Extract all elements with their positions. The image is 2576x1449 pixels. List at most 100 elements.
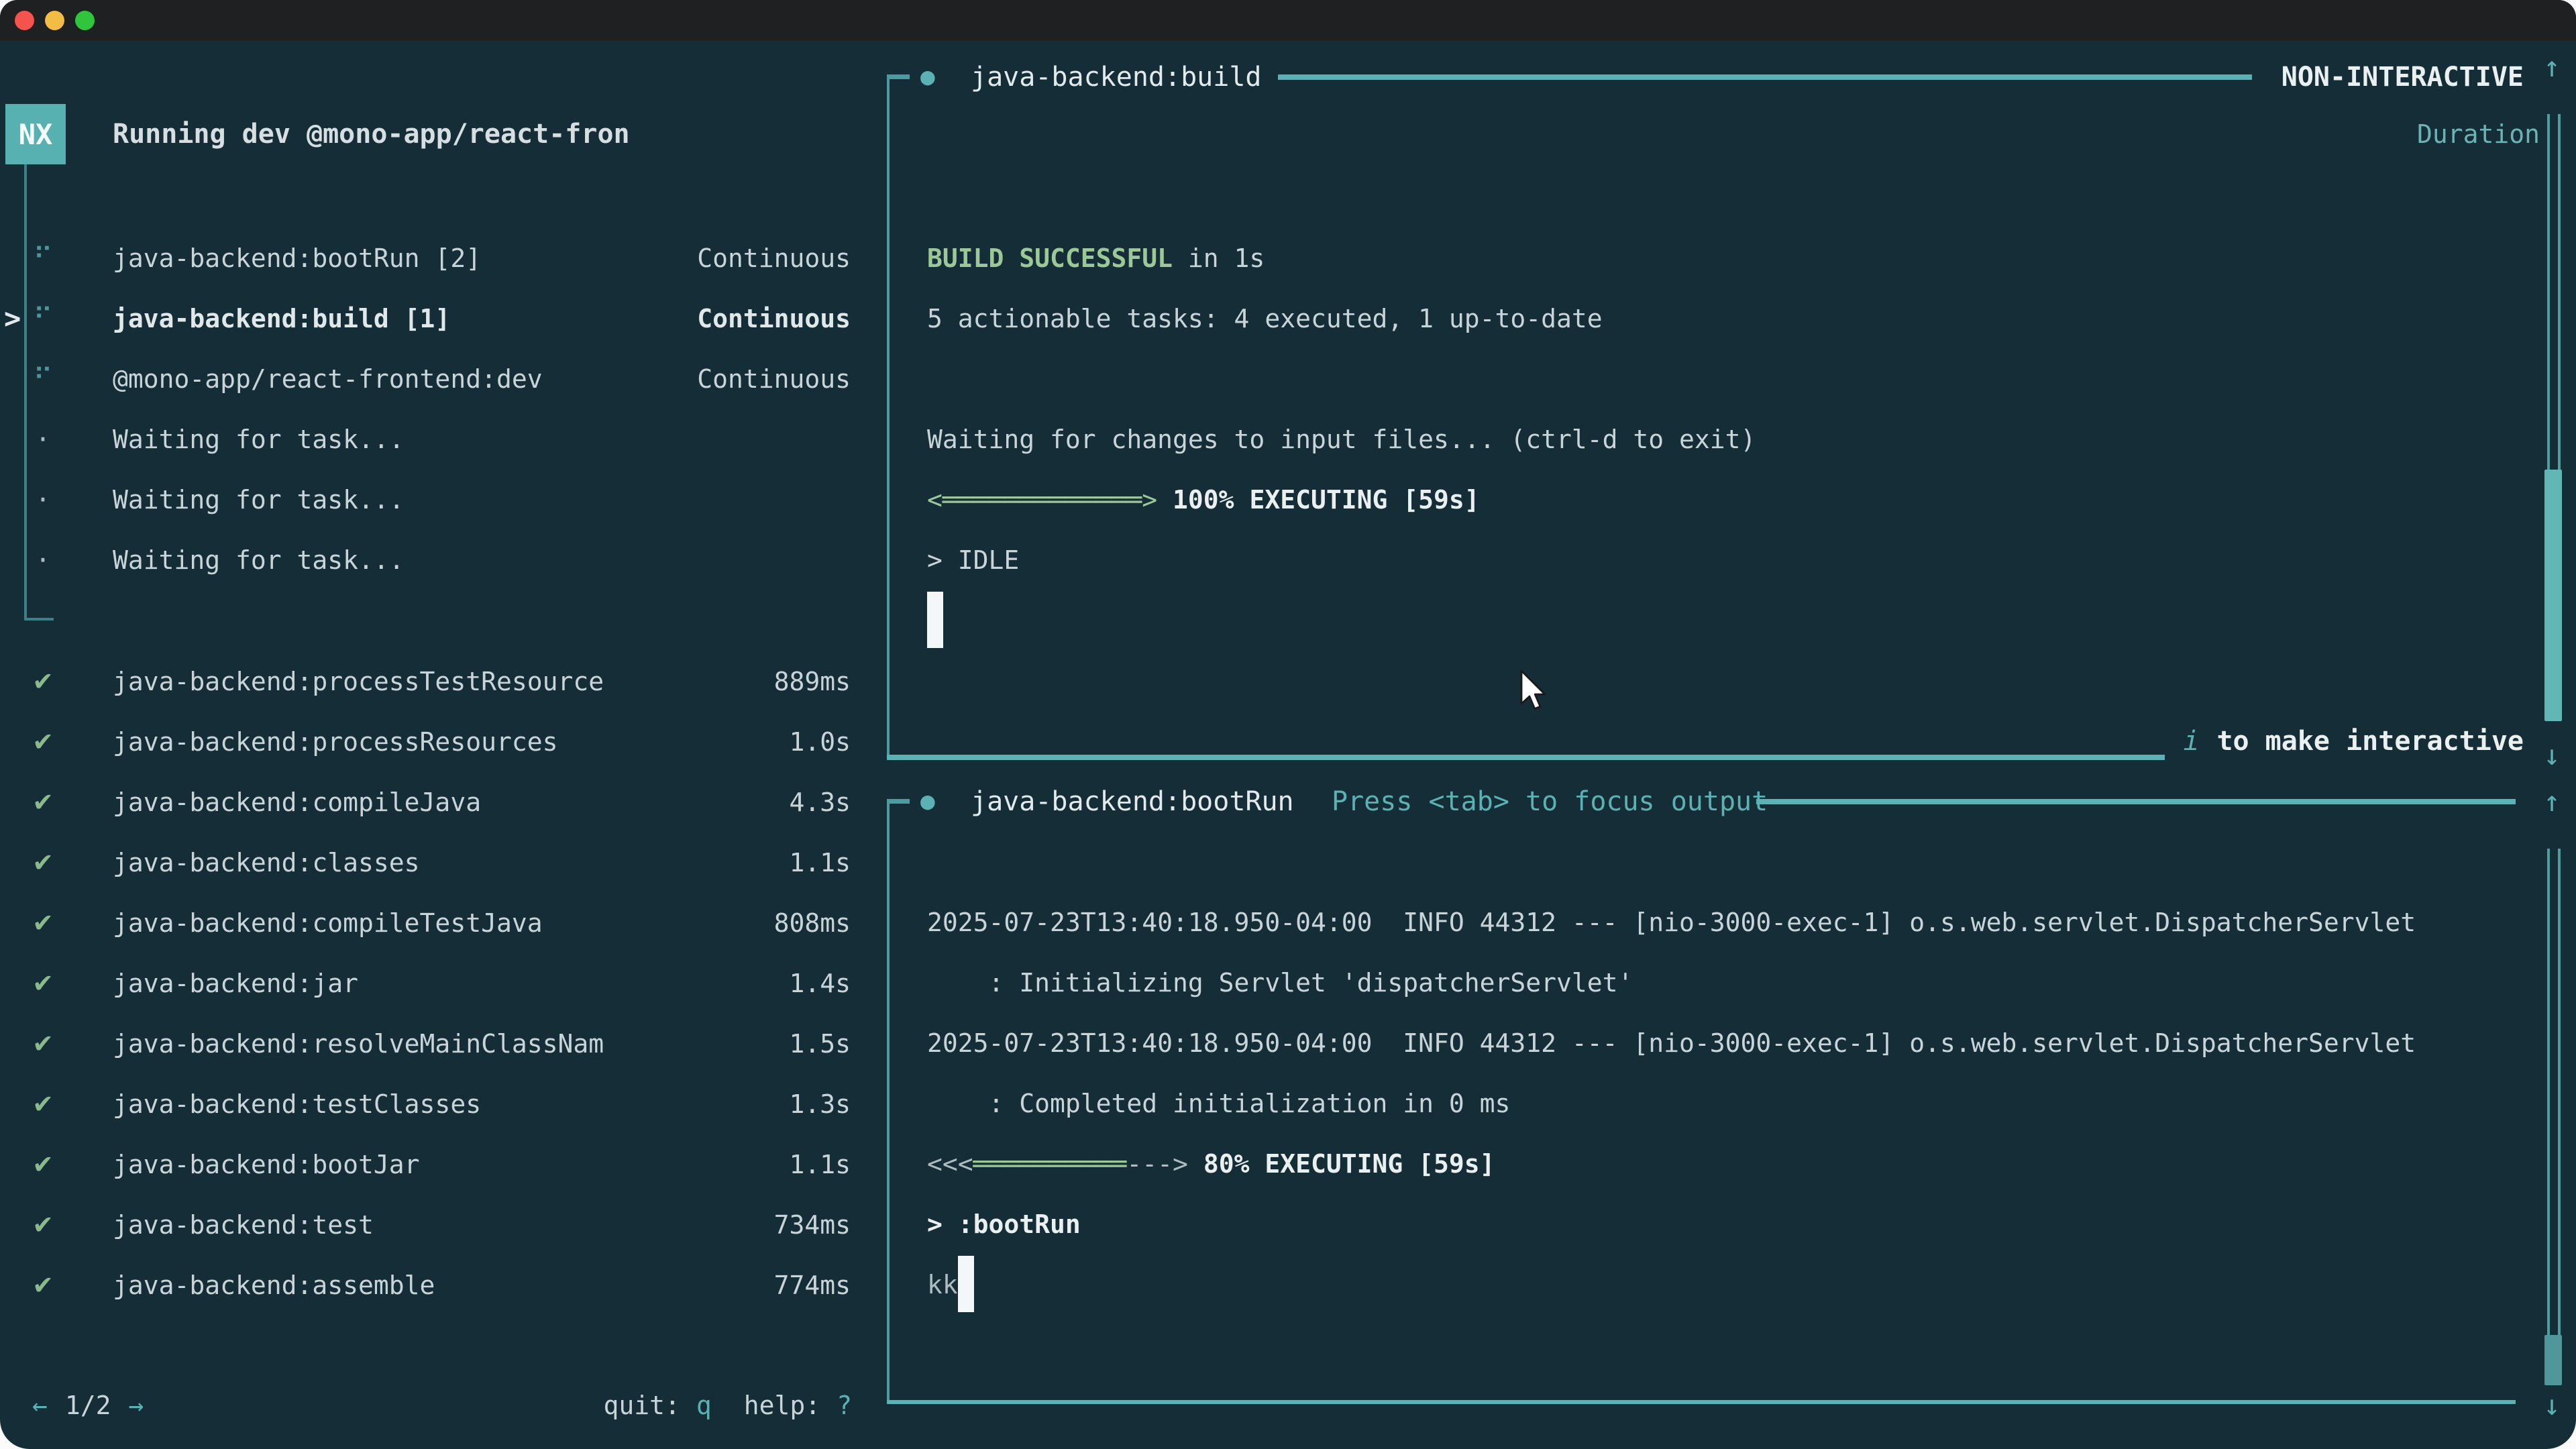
task-row[interactable]: ✔java-backend:compileJava4.3s [0,772,887,833]
page-next-icon[interactable]: → [129,1375,144,1436]
task-row[interactable]: ⠋@mono-app/react-frontend:devContinuous [0,349,887,409]
pagination: ← 1/2 → [32,1375,144,1436]
build-scrollbar-thumb[interactable] [2544,470,2562,721]
task-duration: 774ms [774,1255,851,1316]
build-pane-border-stub [887,74,910,79]
terminal-text: : Completed initialization in 0 ms [927,1089,1510,1118]
terminal-text: <═════════════> [927,485,1157,515]
task-duration: 808ms [774,893,851,953]
task-label: java-backend:compileTestJava [113,893,543,953]
task-row[interactable]: >⠋java-backend:build [1]Continuous [0,288,887,349]
task-label: java-backend:jar [113,953,358,1014]
task-label: java-backend:testClasses [113,1074,481,1134]
terminal-cursor [927,592,943,648]
task-label: java-backend:resolveMainClassNam [113,1014,604,1074]
terminal-line: kk [927,1254,974,1315]
check-icon: ✔ [28,953,58,1014]
focus-output-hint: Press <tab> to focus output [1332,771,1768,832]
bootrun-pane-border-stub [887,799,910,804]
terminal-line: 2025-07-23T13:40:18.950-04:00 INFO 44312… [927,1013,2416,1073]
terminal-text: 2025-07-23T13:40:18.950-04:00 INFO 44312… [927,1028,2416,1058]
bootrun-pane-left-border [887,799,890,1403]
terminal-line: <═════════════> 100% EXECUTING [59s] [927,470,1480,530]
task-row[interactable]: ✔ java-backend:compileTestJava 808ms [0,893,887,953]
task-row[interactable]: ✔java-backend:resolveMainClassNam1.5s [0,1014,887,1074]
task-row[interactable]: ✔ java-backend:processTestResource 889ms [0,651,887,712]
task-row[interactable]: ✔ java-backend:testClasses 1.3s [0,1074,887,1134]
build-pane-status-icon: ● [920,47,935,107]
zoom-button[interactable] [75,11,95,30]
spinner-icon: ⠋ [28,288,58,349]
check-icon: ✔ [28,651,58,712]
bootrun-scroll-up-icon[interactable]: ↑ [2534,771,2569,832]
task-label: @mono-app/react-frontend:dev [113,349,543,409]
build-pane-left-border [887,74,890,759]
check-icon: ✔ [28,712,58,772]
task-row[interactable]: ·Waiting for task... [0,470,887,530]
terminal-window: NX Running dev @mono-app/react-fron Dura… [0,0,2576,1449]
terminal-line: 5 actionable tasks: 4 executed, 1 up-to-… [927,288,1603,349]
task-row[interactable]: ⠋java-backend:bootRun [2]Continuous [0,228,887,288]
task-row[interactable]: ✔java-backend:test734ms [0,1195,887,1255]
terminal-text: 5 actionable tasks: 4 executed, 1 up-to-… [927,304,1603,333]
spinner-icon: ⠋ [28,349,58,409]
waiting-icon: · [28,409,58,470]
task-row[interactable]: ✔java-backend:jar1.4s [0,953,887,1014]
check-icon: ✔ [28,1014,58,1074]
terminal-text: > IDLE [927,545,1019,575]
task-duration: 1.3s [789,1074,851,1134]
task-label: java-backend:test [113,1195,374,1255]
task-label: java-backend:processTestResource [113,651,604,712]
task-row[interactable]: ✔java-backend:bootJar1.1s [0,1134,887,1195]
terminal-line: <<<══════════---> 80% EXECUTING [59s] [927,1134,1495,1194]
quit-label: quit: [603,1375,680,1436]
build-pane-header-line [1278,74,2252,80]
sidebar-title: Running dev @mono-app/react-fron [113,104,630,164]
minimize-button[interactable] [45,11,64,30]
check-icon: ✔ [28,1255,58,1316]
quit-key: q [696,1375,712,1436]
build-scrollbar-track[interactable] [2547,114,2561,470]
bootrun-pane-header-line [1756,799,2516,804]
terminal-text: kk [927,1270,958,1299]
build-pane-title[interactable]: java-backend:build [971,47,1261,107]
check-icon: ✔ [28,893,58,953]
terminal-line: 2025-07-23T13:40:18.950-04:00 INFO 44312… [927,892,2416,953]
task-label: Waiting for task... [113,409,405,470]
task-row[interactable]: ✔ java-backend:processResources 1.0s [0,712,887,772]
terminal-text: BUILD SUCCESSFUL [927,244,1173,273]
bootrun-scrollbar-track[interactable] [2547,849,2561,1335]
help-key: ? [837,1375,852,1436]
task-row[interactable]: · Waiting for task... [0,409,887,470]
check-icon: ✔ [28,833,58,893]
terminal-text: Waiting for changes to input files... (c… [927,425,1756,454]
bootrun-pane-title[interactable]: java-backend:bootRun [971,771,1294,832]
build-scroll-up-icon[interactable]: ↑ [2534,37,2569,97]
task-duration: 1.1s [789,833,851,893]
bootrun-scroll-down-icon[interactable]: ↓ [2534,1375,2569,1436]
terminal-line: BUILD SUCCESSFUL in 1s [927,228,1265,288]
terminal-line: > :bootRun [927,1194,1081,1254]
close-button[interactable] [15,11,34,30]
task-label: java-backend:build [1] [113,288,450,349]
task-duration: 889ms [774,651,851,712]
help-label: help: [744,1375,820,1436]
check-icon: ✔ [28,1074,58,1134]
task-duration: Continuous [697,288,851,349]
task-row[interactable]: ✔java-backend:assemble774ms [0,1255,887,1316]
terminal-text: 2025-07-23T13:40:18.950-04:00 INFO 44312… [927,908,2416,937]
task-label: java-backend:processResources [113,712,557,772]
terminal-text: <<< [927,1149,973,1179]
nx-logo: NX [5,104,66,164]
task-label: java-backend:classes [113,833,420,893]
task-duration: 1.1s [789,1134,851,1195]
task-label: java-backend:bootRun [2] [113,228,481,288]
terminal-text: ---> [1126,1149,1188,1179]
waiting-icon: · [28,530,58,590]
mouse-cursor-icon [1517,669,1550,714]
page-prev-icon[interactable]: ← [32,1375,48,1436]
task-row[interactable]: ✔ java-backend:classes 1.1s [0,833,887,893]
terminal-text: 100% EXECUTING [59s] [1157,485,1479,515]
task-duration: 1.0s [789,712,851,772]
task-row[interactable]: ·Waiting for task... [0,530,887,590]
